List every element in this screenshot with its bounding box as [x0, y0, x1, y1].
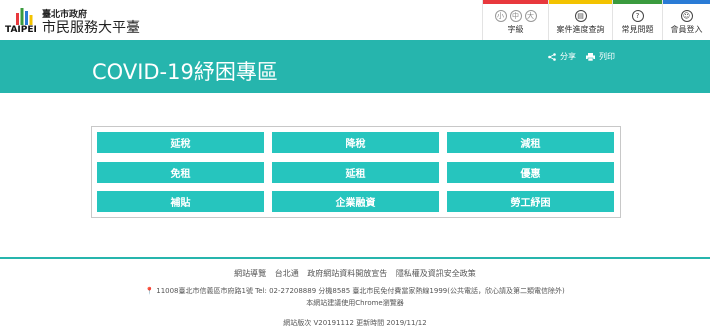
relief-button-subsidy[interactable]: 補貼	[97, 191, 264, 212]
footer-link-open-data[interactable]: 政府網站資料開放宣告	[307, 269, 387, 278]
footer-version: 網站版次 V20191112 更新時間 2019/11/12	[283, 319, 427, 327]
font-size-large-button[interactable]: 大	[524, 10, 537, 22]
site-title[interactable]: 市民服務大平臺	[42, 17, 140, 37]
document-icon: ▤	[574, 10, 587, 22]
nav-color-bar	[549, 0, 612, 4]
print-icon[interactable]	[586, 52, 595, 61]
footer-links: 網站導覽 台北通 政府網站資料開放宣告 隱私權及資訊安全政策	[0, 268, 710, 279]
relief-button-tax-reduction[interactable]: 降稅	[272, 132, 439, 153]
footer-address: 📍 11008臺北市信義區市府路1號 Tel: 02-27208889 分機85…	[0, 286, 710, 296]
footer-link-sitemap[interactable]: 網站導覽	[234, 269, 266, 278]
page-title: COVID-19紓困專區	[92, 60, 278, 84]
font-size-color-bar	[483, 0, 548, 4]
taipei-logo-icon	[16, 8, 33, 25]
share-icon[interactable]	[548, 52, 556, 61]
relief-button-discount[interactable]: 優惠	[447, 162, 614, 183]
font-size-options: 小 中 大	[494, 10, 537, 22]
footer-link-privacy[interactable]: 隱私權及資訊安全政策	[396, 269, 476, 278]
font-size-small-button[interactable]: 小	[494, 10, 507, 22]
logo-text: TAIPEI	[5, 25, 37, 35]
footer-browser-note: 本網站建議使用Chrome瀏覽器	[306, 299, 404, 307]
site-header: TAIPEI 臺北市政府 市民服務大平臺 小 中 大 字級 ▤ 案件進度查詢 ?…	[0, 0, 710, 40]
relief-button-labor-relief[interactable]: 勞工紓困	[447, 191, 614, 212]
page: TAIPEI 臺北市政府 市民服務大平臺 小 中 大 字級 ▤ 案件進度查詢 ?…	[0, 0, 710, 329]
nav-color-bar	[613, 0, 662, 4]
footer-link-taipeipass[interactable]: 台北通	[275, 269, 299, 278]
relief-button-rent-deferral[interactable]: 延租	[272, 162, 439, 183]
taipei-logo[interactable]: TAIPEI	[5, 5, 41, 35]
member-login-label: 會員登入	[670, 25, 703, 34]
font-size-label: 字級	[507, 25, 524, 34]
relief-button-tax-extension[interactable]: 延稅	[97, 132, 264, 153]
faq-link[interactable]: ? 常見問題	[612, 0, 662, 40]
case-progress-label: 案件進度查詢	[556, 25, 605, 34]
share-link[interactable]: 分享	[560, 51, 576, 62]
print-link[interactable]: 列印	[599, 51, 615, 62]
case-progress-link[interactable]: ▤ 案件進度查詢	[548, 0, 612, 40]
nav-color-bar	[663, 0, 710, 4]
footer-address-text: 11008臺北市信義區市府路1號 Tel: 02-27208889 分機8585…	[156, 287, 565, 295]
page-tools: 分享 列印	[548, 51, 615, 62]
relief-button-business-financing[interactable]: 企業融資	[272, 191, 439, 212]
faq-label: 常見問題	[621, 25, 654, 34]
font-size-control: 小 中 大 字級	[482, 0, 548, 40]
location-pin-icon: 📍	[145, 287, 154, 295]
member-login-link[interactable]: ☺ 會員登入	[662, 0, 710, 40]
user-icon: ☺	[680, 10, 693, 22]
site-footer: 網站導覽 台北通 政府網站資料開放宣告 隱私權及資訊安全政策 📍 11008臺北…	[0, 257, 710, 329]
page-banner: COVID-19紓困專區	[0, 40, 710, 93]
relief-button-panel: 延稅 降稅 減租 免租 延租 優惠 補貼 企業融資 勞工紓困	[91, 126, 621, 218]
question-icon: ?	[631, 10, 644, 22]
relief-button-rent-reduction[interactable]: 減租	[447, 132, 614, 153]
font-size-medium-button[interactable]: 中	[509, 10, 522, 22]
relief-button-rent-exemption[interactable]: 免租	[97, 162, 264, 183]
